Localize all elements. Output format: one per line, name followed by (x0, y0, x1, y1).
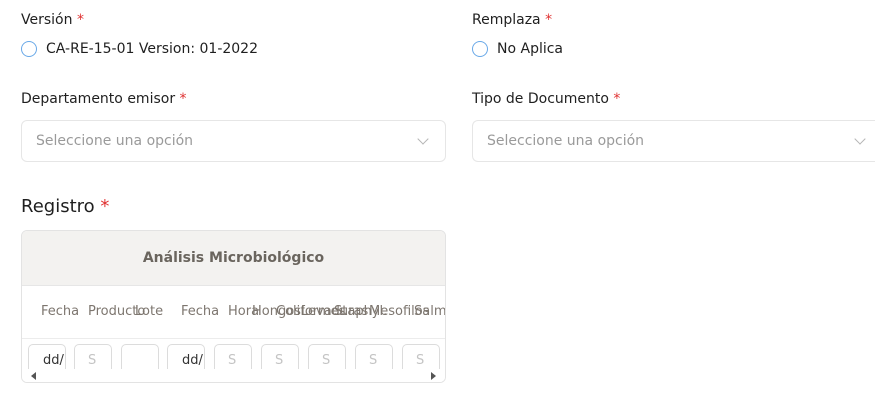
table-group-header-text: Análisis Microbiológico (142, 250, 325, 266)
required-mark: * (613, 91, 621, 107)
remplaza-option-label: No Aplica (497, 41, 564, 57)
registro-title: Registro * (21, 196, 109, 217)
departamento-label-text: Departamento emisor (21, 91, 176, 107)
registro-table: Análisis Microbiológico Fecha Producto L… (21, 230, 446, 383)
tipo-documento-select[interactable]: Seleccione una opción (472, 120, 875, 162)
select-input[interactable]: S (74, 344, 112, 369)
date-input[interactable]: dd/ (28, 344, 66, 369)
departamento-select[interactable]: Seleccione una opción (21, 120, 446, 162)
version-label-text: Versión (21, 12, 73, 28)
table-group-header: Análisis Microbiológico (22, 231, 445, 286)
column-header: Fecha (181, 304, 220, 319)
select-input[interactable]: S (214, 344, 252, 369)
tipo-documento-label-text: Tipo de Documento (472, 91, 609, 107)
registro-title-text: Registro (21, 196, 95, 217)
scroll-right-icon[interactable] (431, 372, 436, 380)
column-header: Fecha (41, 304, 80, 319)
select-input[interactable]: S (355, 344, 393, 369)
select-input[interactable]: S (261, 344, 299, 369)
table-row: dd/ S dd/ S S S S S (22, 339, 445, 369)
remplaza-label-text: Remplaza (472, 12, 541, 28)
departamento-placeholder: Seleccione una opción (36, 133, 194, 149)
required-mark: * (76, 12, 84, 28)
radio-button[interactable] (472, 41, 488, 57)
version-option-label: CA-RE-15-01 Version: 01-2022 (46, 41, 258, 57)
tipo-documento-label: Tipo de Documento * (472, 91, 620, 107)
version-label: Versión * (21, 12, 84, 28)
version-radio-option[interactable]: CA-RE-15-01 Version: 01-2022 (21, 41, 258, 57)
table-column-headers: Fecha Producto Lote Fecha Hora Hongos Co… (22, 286, 445, 339)
required-mark: * (545, 12, 553, 28)
scroll-left-icon[interactable] (31, 372, 36, 380)
remplaza-label: Remplaza * (472, 12, 552, 28)
radio-button[interactable] (21, 41, 37, 57)
chevron-down-icon (854, 133, 866, 145)
date-input[interactable]: dd/ (167, 344, 205, 369)
required-mark: * (100, 196, 110, 217)
column-header: Salmonella (414, 304, 445, 319)
departamento-label: Departamento emisor * (21, 91, 187, 107)
select-input[interactable]: S (308, 344, 346, 369)
chevron-down-icon (417, 133, 429, 145)
select-input[interactable]: S (402, 344, 440, 369)
horizontal-scrollbar[interactable] (22, 369, 445, 382)
lote-input[interactable] (121, 344, 159, 369)
remplaza-radio-option[interactable]: No Aplica (472, 41, 563, 57)
column-header: Lote (135, 304, 164, 319)
tipo-documento-placeholder: Seleccione una opción (487, 133, 645, 149)
required-mark: * (179, 91, 187, 107)
